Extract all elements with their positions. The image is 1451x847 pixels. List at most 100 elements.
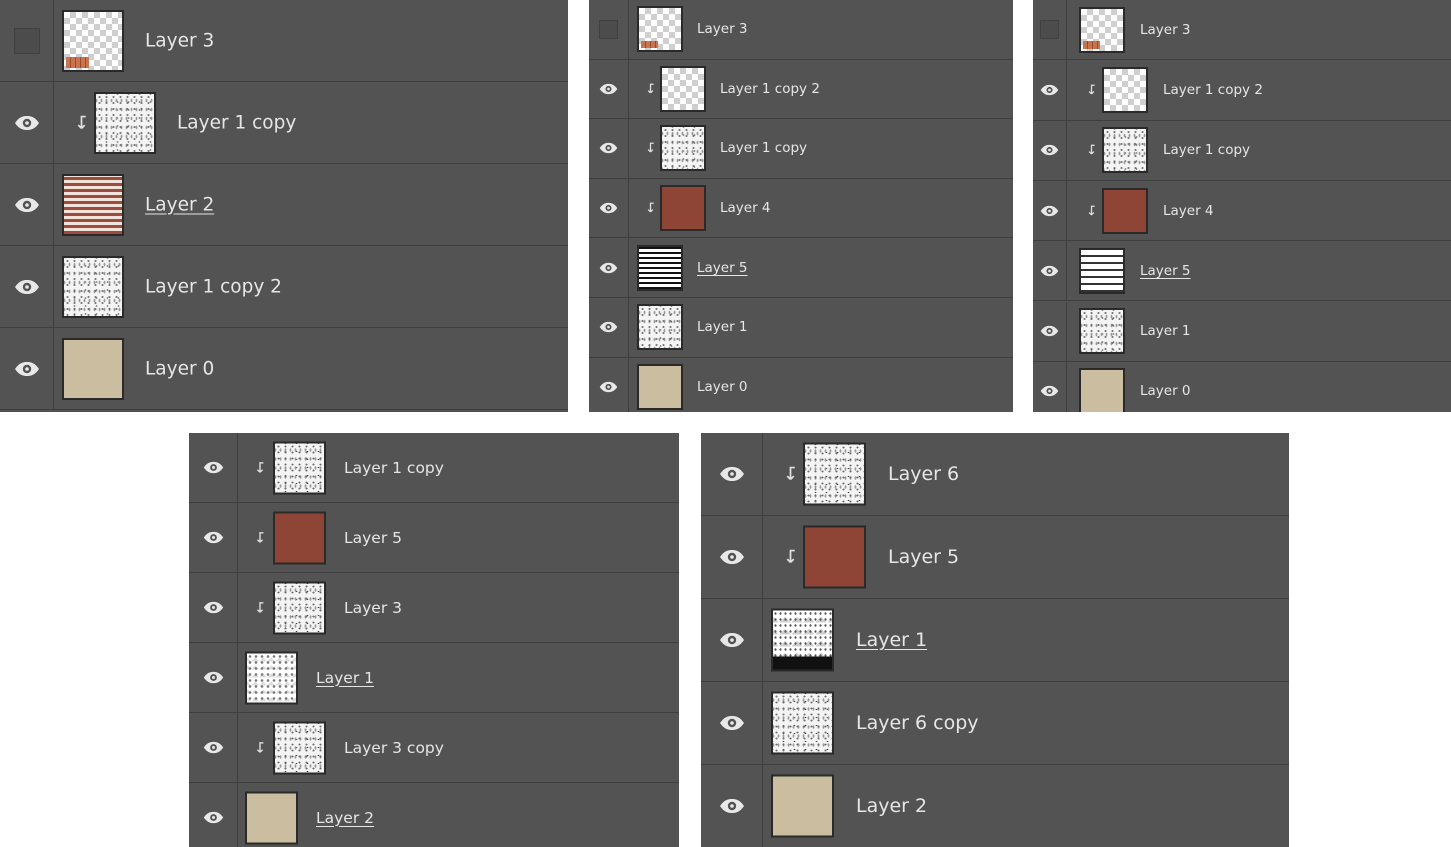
layer-thumbnail[interactable] xyxy=(637,363,683,410)
eye-icon[interactable] xyxy=(203,601,224,614)
layer-name[interactable]: Layer 1 copy xyxy=(720,140,807,156)
layer-row[interactable]: Layer 1 copy xyxy=(189,433,679,503)
eye-icon[interactable] xyxy=(599,262,618,274)
layer-name[interactable]: Layer 3 xyxy=(1140,22,1191,38)
eye-icon[interactable] xyxy=(1040,84,1059,96)
layer-thumbnail[interactable] xyxy=(660,185,706,232)
layer-thumbnail[interactable] xyxy=(94,91,156,154)
layer-row[interactable]: Layer 1 xyxy=(589,298,1013,358)
layer-thumbnail[interactable] xyxy=(1079,308,1125,355)
visibility-toggle[interactable] xyxy=(701,433,763,515)
layer-row[interactable]: Layer 1 copy xyxy=(589,119,1013,179)
visibility-toggle-off[interactable] xyxy=(1033,0,1067,60)
eye-icon[interactable] xyxy=(719,549,745,565)
layer-thumbnail[interactable] xyxy=(245,791,298,844)
visibility-toggle[interactable] xyxy=(589,357,629,412)
layer-thumbnail[interactable] xyxy=(1102,187,1148,234)
layer-row[interactable]: Layer 1 copy xyxy=(0,82,568,164)
visibility-toggle[interactable] xyxy=(189,573,238,642)
layer-thumbnail[interactable] xyxy=(273,441,326,494)
layer-name[interactable]: Layer 5 xyxy=(697,260,748,276)
layer-row[interactable]: Layer 1 xyxy=(189,643,679,713)
visibility-toggle[interactable] xyxy=(0,82,54,163)
visibility-toggle[interactable] xyxy=(189,713,238,782)
layer-row[interactable]: Layer 0 xyxy=(1033,361,1451,412)
visibility-toggle[interactable] xyxy=(0,328,54,409)
layer-thumbnail[interactable] xyxy=(62,255,124,318)
layer-name[interactable]: Layer 1 copy 2 xyxy=(145,276,282,297)
layer-name[interactable]: Layer 2 xyxy=(856,795,927,817)
layer-thumbnail[interactable] xyxy=(1102,127,1148,174)
layer-row[interactable]: Layer 2 xyxy=(0,164,568,246)
layer-thumbnail[interactable] xyxy=(62,337,124,400)
visibility-toggle[interactable] xyxy=(701,516,763,598)
layer-name[interactable]: Layer 5 xyxy=(1140,263,1191,279)
layer-thumbnail[interactable] xyxy=(1079,368,1125,412)
layer-name[interactable]: Layer 1 copy xyxy=(344,459,444,477)
layer-name[interactable]: Layer 4 xyxy=(1163,203,1214,219)
layer-name[interactable]: Layer 0 xyxy=(697,379,748,395)
eye-icon[interactable] xyxy=(719,798,745,814)
visibility-toggle[interactable] xyxy=(189,643,238,712)
layer-row[interactable]: Layer 1 copy 2 xyxy=(589,59,1013,120)
eye-icon[interactable] xyxy=(1040,205,1059,217)
layer-thumbnail[interactable] xyxy=(637,304,683,351)
eye-icon[interactable] xyxy=(1040,265,1059,277)
layer-thumbnail[interactable] xyxy=(803,525,866,589)
eye-icon[interactable] xyxy=(203,461,224,474)
layer-name[interactable]: Layer 1 copy xyxy=(1163,142,1250,158)
layer-name[interactable]: Layer 6 xyxy=(888,463,959,485)
layer-row[interactable]: Layer 2 xyxy=(189,783,679,847)
eye-icon[interactable] xyxy=(203,811,224,824)
layer-thumbnail[interactable] xyxy=(637,6,683,53)
layer-name[interactable]: Layer 1 copy 2 xyxy=(720,81,820,97)
layer-name[interactable]: Layer 1 xyxy=(697,319,748,335)
eye-icon[interactable] xyxy=(599,381,618,393)
layer-row[interactable]: Layer 0 xyxy=(0,328,568,410)
layer-thumbnail[interactable] xyxy=(273,511,326,564)
layer-row[interactable]: Layer 4 xyxy=(589,178,1013,239)
layer-name[interactable]: Layer 3 xyxy=(145,30,214,51)
layer-name[interactable]: Layer 0 xyxy=(145,358,214,379)
layer-name[interactable]: Layer 1 copy 2 xyxy=(1163,82,1263,98)
eye-icon[interactable] xyxy=(1040,385,1059,397)
layer-row[interactable]: Layer 3 copy xyxy=(189,713,679,783)
layer-name[interactable]: Layer 4 xyxy=(720,200,771,216)
layer-thumbnail[interactable] xyxy=(1079,6,1125,53)
layer-thumbnail[interactable] xyxy=(245,651,298,704)
eye-icon[interactable] xyxy=(599,321,618,333)
layer-name[interactable]: Layer 2 xyxy=(145,194,214,215)
layer-name[interactable]: Layer 1 xyxy=(316,669,374,687)
visibility-toggle[interactable] xyxy=(1033,361,1067,412)
layer-row[interactable]: Layer 2 xyxy=(701,765,1289,847)
eye-icon[interactable] xyxy=(719,715,745,731)
layer-thumbnail[interactable] xyxy=(1079,247,1125,294)
layer-row[interactable]: Layer 5 xyxy=(189,503,679,573)
eye-icon[interactable] xyxy=(599,83,618,95)
eye-icon[interactable] xyxy=(203,671,224,684)
visibility-toggle[interactable] xyxy=(1033,301,1067,361)
visibility-toggle[interactable] xyxy=(589,178,629,238)
visibility-toggle[interactable] xyxy=(701,682,763,764)
layer-row[interactable]: Layer 0 xyxy=(589,357,1013,412)
visibility-toggle[interactable] xyxy=(701,765,763,847)
layer-row[interactable]: Layer 5 xyxy=(589,238,1013,298)
layer-name[interactable]: Layer 1 xyxy=(856,629,927,651)
eye-icon[interactable] xyxy=(1040,144,1059,156)
visibility-toggle[interactable] xyxy=(701,599,763,681)
layer-thumbnail[interactable] xyxy=(273,581,326,634)
layer-thumbnail[interactable] xyxy=(273,721,326,774)
layer-thumbnail[interactable] xyxy=(803,442,866,506)
layer-thumbnail[interactable] xyxy=(1102,66,1148,113)
visibility-toggle[interactable] xyxy=(589,119,629,178)
hidden-visibility-box[interactable] xyxy=(1040,20,1059,40)
layer-row[interactable]: Layer 5 xyxy=(701,516,1289,599)
layer-name[interactable]: Layer 3 copy xyxy=(344,739,444,757)
visibility-toggle[interactable] xyxy=(0,164,54,245)
layer-thumbnail[interactable] xyxy=(62,9,124,72)
visibility-toggle[interactable] xyxy=(189,783,238,847)
layer-name[interactable]: Layer 5 xyxy=(888,546,959,568)
layer-row[interactable]: Layer 3 xyxy=(1033,0,1451,61)
visibility-toggle[interactable] xyxy=(1033,180,1067,241)
layer-name[interactable]: Layer 0 xyxy=(1140,383,1191,399)
